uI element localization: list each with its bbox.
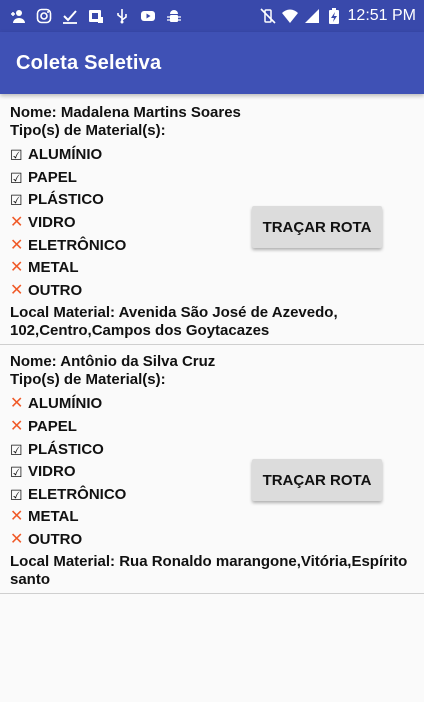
cross-icon: ✕ xyxy=(10,531,24,549)
card-name: Nome: Madalena Martins Soares xyxy=(10,104,241,121)
material-item: ✕ ALUMÍNIO xyxy=(10,393,414,416)
app-bar: Coleta Seletiva xyxy=(0,32,424,94)
material-label: ELETRÔNICO xyxy=(28,236,127,254)
material-item: ✕ PAPEL xyxy=(10,416,414,439)
cross-icon: ✕ xyxy=(10,395,24,413)
checked-box-icon: ☑ xyxy=(10,464,23,481)
material-item: ✕ METAL xyxy=(10,506,414,529)
vibrate-off-icon xyxy=(259,8,276,24)
material-item: ✕ OUTRO xyxy=(10,280,414,303)
material-item: ☑ ALUMÍNIO xyxy=(10,144,414,167)
material-label: VIDRO xyxy=(28,214,76,232)
status-bar: 12:51 PM xyxy=(0,0,424,32)
material-label: ALUMÍNIO xyxy=(28,395,103,413)
person-add-icon xyxy=(10,8,26,24)
material-item: ☑ PLÁSTICO xyxy=(10,438,414,461)
material-label: VIDRO xyxy=(28,463,76,481)
checked-box-icon: ☑ xyxy=(10,441,23,458)
notification-icons xyxy=(10,8,182,24)
instagram-icon xyxy=(36,8,52,24)
cross-icon: ✕ xyxy=(10,281,24,299)
app-title: Coleta Seletiva xyxy=(16,51,162,74)
cross-icon: ✕ xyxy=(10,236,24,254)
material-label: OUTRO xyxy=(28,281,83,299)
material-location: Local Material: Avenida São José de Azev… xyxy=(10,304,338,340)
download-done-icon xyxy=(62,8,78,24)
material-label: OUTRO xyxy=(28,531,83,549)
material-item: ✕ METAL xyxy=(10,257,414,280)
clock: 12:51 PM xyxy=(347,7,416,24)
tracar-rota-button[interactable]: TRAÇAR ROTA xyxy=(252,206,382,248)
material-label: PLÁSTICO xyxy=(28,440,104,458)
battery-charging-icon xyxy=(326,8,342,24)
cross-icon: ✕ xyxy=(10,418,24,436)
material-item: ☑ PAPEL xyxy=(10,167,414,190)
card-name: Nome: Antônio da Silva Cruz xyxy=(10,353,216,371)
material-types-label: Tipo(s) de Material(s): xyxy=(10,371,166,389)
system-icons: 12:51 PM xyxy=(259,7,416,25)
android-debug-icon xyxy=(166,8,182,24)
material-item: ✕ OUTRO xyxy=(10,529,414,552)
signal-icon xyxy=(304,8,320,24)
collection-card: Nome: Antônio da Silva Cruz Tipo(s) de M… xyxy=(0,353,424,595)
material-label: METAL xyxy=(28,259,79,277)
usb-icon xyxy=(114,8,130,24)
checked-box-icon: ☑ xyxy=(10,192,23,209)
cross-icon: ✕ xyxy=(10,259,24,277)
wifi-icon xyxy=(281,8,298,24)
material-label: ALUMÍNIO xyxy=(28,146,103,164)
checked-box-icon: ☑ xyxy=(10,147,23,164)
material-types-label: Tipo(s) de Material(s): xyxy=(10,122,166,139)
checked-box-icon: ☑ xyxy=(10,486,23,503)
material-label: ELETRÔNICO xyxy=(28,485,127,503)
material-label: PAPEL xyxy=(28,168,77,186)
cross-icon: ✕ xyxy=(10,508,24,526)
cross-icon: ✕ xyxy=(10,214,24,232)
collection-card: Nome: Madalena Martins Soares Tipo(s) de… xyxy=(0,104,424,346)
tracar-rota-button[interactable]: TRAÇAR ROTA xyxy=(252,459,382,502)
checked-box-icon: ☑ xyxy=(10,169,23,186)
material-label: METAL xyxy=(28,508,79,526)
material-label: PLÁSTICO xyxy=(28,191,104,209)
material-location: Local Material: Rua Ronaldo marangone,Vi… xyxy=(10,553,408,589)
youtube-icon xyxy=(140,8,156,24)
material-label: PAPEL xyxy=(28,418,77,436)
collection-list: Nome: Madalena Martins Soares Tipo(s) de… xyxy=(0,94,424,595)
sim-card-icon xyxy=(88,8,104,24)
